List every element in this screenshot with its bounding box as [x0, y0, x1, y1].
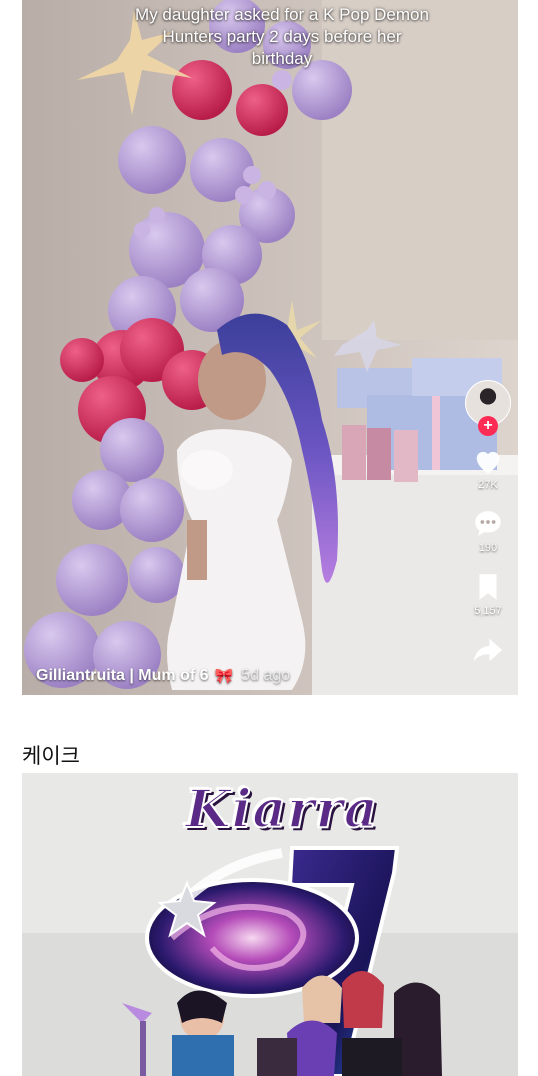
bookmark-icon: [479, 574, 497, 600]
action-sidebar: + 27K 190 5,157: [458, 380, 518, 683]
comment-button[interactable]: 190: [471, 507, 505, 554]
creator-avatar-wrap[interactable]: +: [465, 380, 511, 436]
heart-icon: [476, 451, 500, 474]
bow-emoji: 🎀: [214, 668, 234, 685]
share-button[interactable]: [471, 633, 505, 667]
like-count: 27K: [478, 479, 498, 491]
topper-name: Kiarra: [184, 778, 379, 841]
save-button[interactable]: 5,157: [471, 570, 505, 617]
author-name[interactable]: Gilliantruita | Mum of 6: [36, 667, 208, 685]
cake-topper-image: Kiarra: [22, 773, 518, 1076]
comment-icon: [475, 511, 501, 537]
follow-button[interactable]: +: [478, 416, 498, 436]
author-row: Gilliantruita | Mum of 6 🎀 5d ago: [36, 667, 290, 685]
share-icon: [473, 638, 503, 662]
save-count: 5,157: [474, 605, 502, 617]
like-button[interactable]: 27K: [471, 444, 505, 491]
post-time: 5d ago: [241, 667, 291, 684]
section-title: 케이크: [22, 744, 80, 768]
video-post[interactable]: My daughter asked for a K Pop Demon Hunt…: [22, 0, 518, 695]
video-frame: [22, 0, 518, 695]
comment-count: 190: [478, 542, 498, 554]
video-caption: My daughter asked for a K Pop Demon Hunt…: [135, 5, 429, 68]
